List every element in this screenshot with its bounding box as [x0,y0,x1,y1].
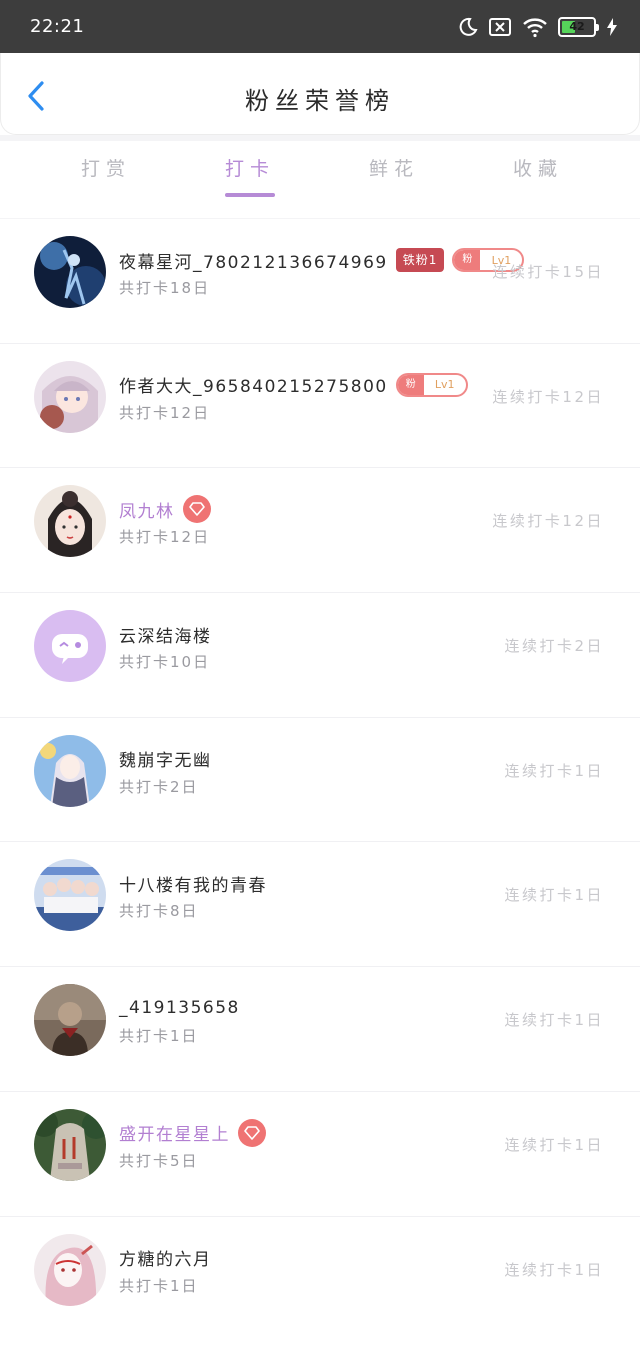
fan-list: 夜幕星河_780212136674969 铁粉1 粉 Lv1 共打卡18日 连续… [0,218,640,1340]
list-item[interactable]: 云深结海楼 共打卡10日 连续打卡2日 [0,592,640,717]
name-line: 凤九林 [119,495,211,524]
avatar[interactable] [34,360,106,433]
streak: 连续打卡15日 [492,263,604,281]
name-line: 云深结海楼 [119,621,212,647]
avatar[interactable] [34,859,106,932]
total-checkins: 共打卡1日 [119,1276,199,1295]
tab-bar: 打赏 打卡 鲜花 收藏 [0,141,640,203]
fan-name: 十八楼有我的青春 [119,875,267,896]
tab-label: 打赏 [80,158,131,180]
tab-label: 收藏 [512,158,563,180]
list-item[interactable]: 盛开在星星上 共打卡5日 连续打卡1日 [0,1090,640,1216]
moon-icon [459,17,478,36]
avatar[interactable] [34,1233,106,1306]
total-checkins: 共打卡12日 [119,403,211,422]
streak: 连续打卡2日 [504,637,604,656]
diamond-icon [182,495,211,524]
streak: 连续打卡1日 [504,1135,604,1154]
tab-flowers[interactable]: 鲜花 [322,141,466,203]
list-item[interactable]: _419135658 共打卡1日 连续打卡1日 [0,966,640,1091]
total-checkins: 共打卡1日 [119,1027,199,1046]
total-checkins: 共打卡18日 [119,279,211,297]
charging-icon [607,18,617,36]
tab-checkin[interactable]: 打卡 [178,141,322,203]
fan-level-badge: 粉 Lv1 [395,372,468,397]
status-time: 22:21 [30,16,85,37]
name-line: 魏崩字无幽 [119,746,212,772]
tab-favorites[interactable]: 收藏 [466,141,610,203]
streak: 连续打卡1日 [504,1260,604,1279]
name-line: 夜幕星河_780212136674969 铁粉1 粉 Lv1 [119,247,525,273]
fan-name: 盛开在星星上 [119,1125,230,1146]
total-checkins: 共打卡12日 [119,528,211,547]
avatar[interactable] [34,1108,106,1181]
list-item[interactable]: 方糖的六月 共打卡1日 连续打卡1日 [0,1215,640,1341]
streak: 连续打卡12日 [492,512,604,531]
fan-badge-label: 粉 [397,374,424,395]
tab-active-indicator [225,193,275,197]
list-item[interactable]: 夜幕星河_780212136674969 铁粉1 粉 Lv1 共打卡18日 连续… [0,218,640,343]
total-checkins: 共打卡8日 [119,902,199,921]
status-bar: 22:21 42 [0,0,640,53]
fan-name: 云深结海楼 [119,626,212,647]
fan-badge-label: 粉 [454,250,481,270]
streak: 连续打卡1日 [504,886,604,905]
avatar[interactable] [34,236,106,308]
list-item[interactable]: 凤九林 共打卡12日 连续打卡12日 [0,467,640,592]
avatar[interactable] [34,734,106,807]
name-line: 十八楼有我的青春 [119,870,267,896]
fan-name: 方糖的六月 [119,1250,212,1270]
streak: 连续打卡1日 [504,761,604,780]
no-sim-icon [489,18,511,36]
battery-icon: 42 [558,17,599,37]
fan-name: 作者大大_965840215275800 [119,377,388,398]
header: 粉丝荣誉榜 [0,53,640,135]
status-icons: 42 [456,14,618,40]
fan-name: _419135658 [119,998,240,1019]
total-checkins: 共打卡2日 [119,777,199,796]
avatar[interactable] [34,485,106,558]
fan-name: 凤九林 [119,501,175,522]
avatar[interactable] [34,984,106,1057]
page-title: 粉丝荣誉榜 [245,87,395,115]
list-item[interactable]: 魏崩字无幽 共打卡2日 连续打卡1日 [0,716,640,842]
total-checkins: 共打卡10日 [119,653,211,672]
name-line: _419135658 [119,995,240,1021]
fan-name: 夜幕星河_780212136674969 [119,252,388,273]
streak: 连续打卡12日 [492,387,604,406]
name-line: 盛开在星星上 [119,1118,266,1147]
wifi-icon [523,18,547,38]
name-line: 方糖的六月 [119,1245,212,1271]
tab-reward[interactable]: 打赏 [34,141,178,203]
tab-label: 鲜花 [368,158,419,180]
name-line: 作者大大_965840215275800 粉 Lv1 [119,372,468,398]
total-checkins: 共打卡5日 [119,1151,199,1170]
iron-fan-badge: 铁粉1 [395,248,445,272]
tab-label: 打卡 [224,158,275,180]
fan-name: 魏崩字无幽 [119,751,212,772]
battery-percent: 42 [569,20,585,33]
avatar[interactable] [34,610,106,683]
fan-badge-level: Lv1 [434,378,455,392]
streak: 连续打卡1日 [504,1011,604,1030]
list-item[interactable]: 作者大大_965840215275800 粉 Lv1 共打卡12日 连续打卡12… [0,342,640,468]
list-item[interactable]: 十八楼有我的青春 共打卡8日 连续打卡1日 [0,841,640,966]
diamond-icon [238,1118,266,1147]
